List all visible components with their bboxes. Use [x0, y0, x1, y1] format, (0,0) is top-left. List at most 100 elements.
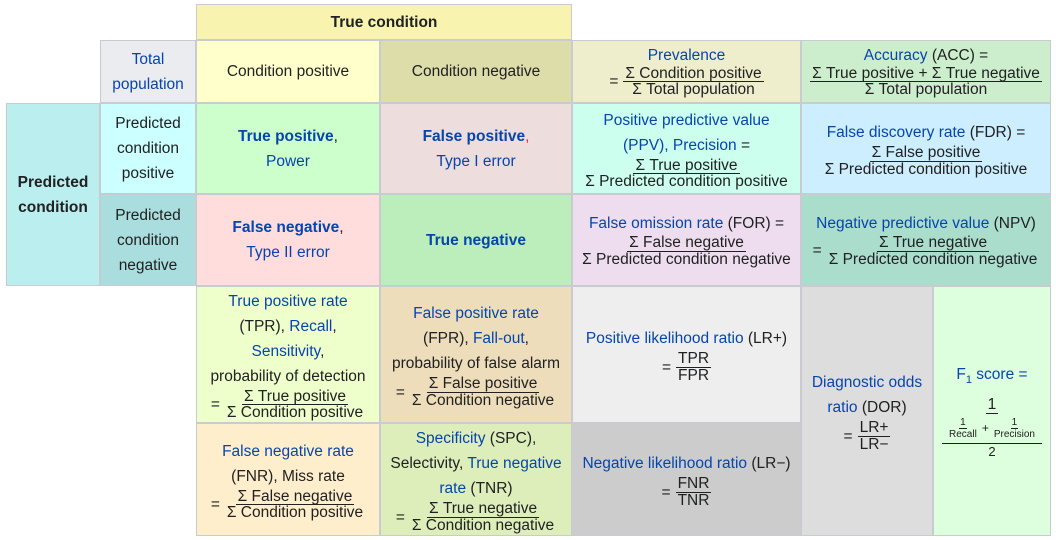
total-population-link[interactable]: Total population — [112, 47, 184, 97]
npv-abbr: (NPV) — [989, 215, 1036, 232]
lr-positive-equals: = — [661, 358, 672, 376]
tpr-denominator: Σ Condition positive — [226, 404, 364, 421]
npv-denominator: Σ Predicted condition negative — [828, 250, 1038, 268]
fdr-denominator: Σ Predicted condition positive — [824, 160, 1028, 178]
tnr-link[interactable]: True negative — [467, 455, 561, 472]
true-negative-link[interactable]: True negative — [426, 228, 526, 253]
ppv-equals: = — [736, 136, 751, 154]
lr-positive-cell: Positive likelihood ratio (LR+) = TPR FP… — [572, 286, 801, 423]
dor-link-line2[interactable]: ratio — [827, 399, 857, 416]
fpr-false-alarm-text: probability of false alarm — [392, 355, 560, 372]
for-fraction: Σ False negative Σ Predicted condition n… — [580, 235, 793, 267]
npv-cell: Negative predictive value (NPV) = Σ True… — [801, 194, 1051, 286]
fpr-fraction: Σ False positive Σ Condition negative — [410, 376, 556, 408]
total-population-cell[interactable]: Total population — [100, 40, 196, 103]
fdr-link[interactable]: False discovery rate — [827, 124, 966, 141]
f1-plus: + — [981, 420, 989, 435]
fallout-comma: , — [524, 330, 529, 347]
specificity-cell: Specificity (SPC), Selectivity, True neg… — [380, 423, 572, 536]
accuracy-link[interactable]: Accuracy — [864, 47, 928, 64]
tnr-rate-link[interactable]: rate — [439, 480, 466, 497]
type-two-error-link[interactable]: Type II error — [246, 240, 330, 265]
f1-numerator: 1 — [985, 396, 999, 414]
ppv-link[interactable]: Positive predictive value — [603, 108, 769, 133]
false-positive-link[interactable]: False positive — [423, 128, 526, 145]
predicted-condition-header: Predicted condition — [6, 103, 100, 286]
accuracy-numerator: Σ True positive + Σ True negative — [810, 64, 1042, 82]
npv-numerator: Σ True negative — [876, 234, 990, 252]
true-positive-link[interactable]: True positive — [238, 128, 334, 145]
lr-positive-link[interactable]: Positive likelihood ratio — [586, 330, 744, 347]
sensitivity-link[interactable]: Sensitivity — [252, 343, 321, 360]
fnr-cell: False negative rate (FNR), Miss rate = Σ… — [196, 423, 380, 536]
precision-link[interactable]: Precision — [673, 137, 737, 154]
fpr-abbr: (FPR), — [423, 330, 473, 347]
f1-score-link[interactable]: F1 score = — [956, 362, 1027, 393]
lr-positive-denominator: FPR — [678, 366, 710, 384]
tnr-abbr: (TNR) — [466, 480, 513, 497]
npv-fraction: Σ True negative Σ Predicted condition ne… — [827, 235, 1040, 267]
fnr-link[interactable]: False negative rate — [222, 439, 354, 464]
fpr-link[interactable]: False positive rate — [413, 301, 539, 326]
f1-f: F — [956, 366, 966, 384]
dor-abbr: (DOR) — [857, 399, 907, 416]
condition-negative-header: Condition negative — [380, 40, 572, 103]
dor-equals: = — [843, 427, 853, 445]
accuracy-abbr: (ACC) = — [927, 46, 989, 64]
fpr-equals: = — [395, 383, 405, 401]
accuracy-cell: Accuracy (ACC) = Σ True positive + Σ Tru… — [801, 40, 1051, 103]
power-link[interactable]: Power — [266, 149, 310, 174]
npv-link[interactable]: Negative predictive value — [816, 215, 989, 232]
false-negative-link[interactable]: False negative — [232, 219, 339, 236]
fnr-abbr: (FNR), Miss rate — [231, 467, 345, 485]
prevalence-equals: = — [609, 72, 619, 90]
predicted-negative-header: Predicted condition negative — [100, 194, 196, 286]
tpr-link[interactable]: True positive rate — [228, 289, 347, 314]
f1-denominator: 2 — [942, 442, 1042, 460]
fpr-denominator: Σ Condition negative — [411, 391, 555, 409]
fnr-fraction: Σ False negative Σ Condition positive — [225, 488, 365, 521]
false-negative-comma: , — [339, 219, 344, 236]
dor-denominator: LR− — [859, 435, 889, 453]
fdr-fraction: Σ False positive Σ Predicted condition p… — [823, 145, 1030, 177]
dor-numerator: LR+ — [857, 419, 891, 437]
prevalence-denominator: Σ Total population — [632, 81, 755, 98]
lr-negative-fraction: FNR TNR — [675, 475, 712, 509]
for-denominator: Σ Predicted condition negative — [582, 250, 791, 268]
lr-negative-denominator: TNR — [677, 491, 710, 509]
lr-negative-numerator: FNR — [675, 475, 712, 493]
prevalence-fraction: Σ Condition positive Σ Total population — [623, 64, 764, 98]
tpr-cell: True positive rate (TPR), Recall, Sensit… — [196, 286, 380, 423]
ppv-abbr: (PPV), — [622, 136, 673, 154]
false-negative-cell: False negative, Type II error — [196, 194, 380, 286]
f1-score-cell: F1 score = 1 1 Recall + 1 Precision 2 — [933, 286, 1051, 536]
lr-negative-link[interactable]: Negative likelihood ratio — [582, 455, 747, 472]
specificity-fraction: Σ True negative Σ Condition negative — [410, 501, 556, 533]
type-one-error-link[interactable]: Type I error — [436, 149, 515, 174]
predicted-negative-line1: Predicted — [115, 206, 181, 224]
specificity-denominator: Σ Condition negative — [411, 516, 555, 534]
for-link[interactable]: False omission rate — [589, 215, 723, 232]
npv-equals: = — [812, 242, 822, 259]
true-condition-header: True condition — [196, 4, 572, 40]
fallout-link[interactable]: Fall-out — [473, 330, 525, 347]
f1-precision-fraction: 1 Precision — [992, 417, 1037, 440]
lr-negative-equals: = — [661, 483, 671, 501]
recall-link[interactable]: Recall — [289, 318, 332, 335]
lr-negative-cell: Negative likelihood ratio (LR−) = FNR TN… — [572, 423, 801, 536]
ppv-numerator: Σ True positive — [633, 156, 740, 174]
lr-positive-numerator: TPR — [676, 350, 712, 368]
fdr-numerator: Σ False positive — [869, 144, 983, 162]
accuracy-denominator: Σ Total population — [864, 81, 988, 98]
fdr-abbr: (FDR) = — [965, 124, 1026, 141]
prevalence-numerator: Σ Condition positive — [623, 64, 764, 82]
specificity-abbr: (SPC), — [485, 430, 537, 447]
prevalence-link[interactable]: Prevalence — [648, 46, 726, 66]
predicted-negative-line3: negative — [118, 256, 178, 274]
predicted-positive-line3: positive — [121, 165, 175, 182]
f1-inner-sum: 1 Recall + 1 Precision — [947, 414, 1037, 443]
recall-comma: , — [332, 317, 337, 335]
dor-link-line1[interactable]: Diagnostic odds — [812, 370, 922, 395]
specificity-link[interactable]: Specificity — [416, 430, 486, 447]
lr-negative-abbr: (LR−) — [747, 455, 791, 472]
